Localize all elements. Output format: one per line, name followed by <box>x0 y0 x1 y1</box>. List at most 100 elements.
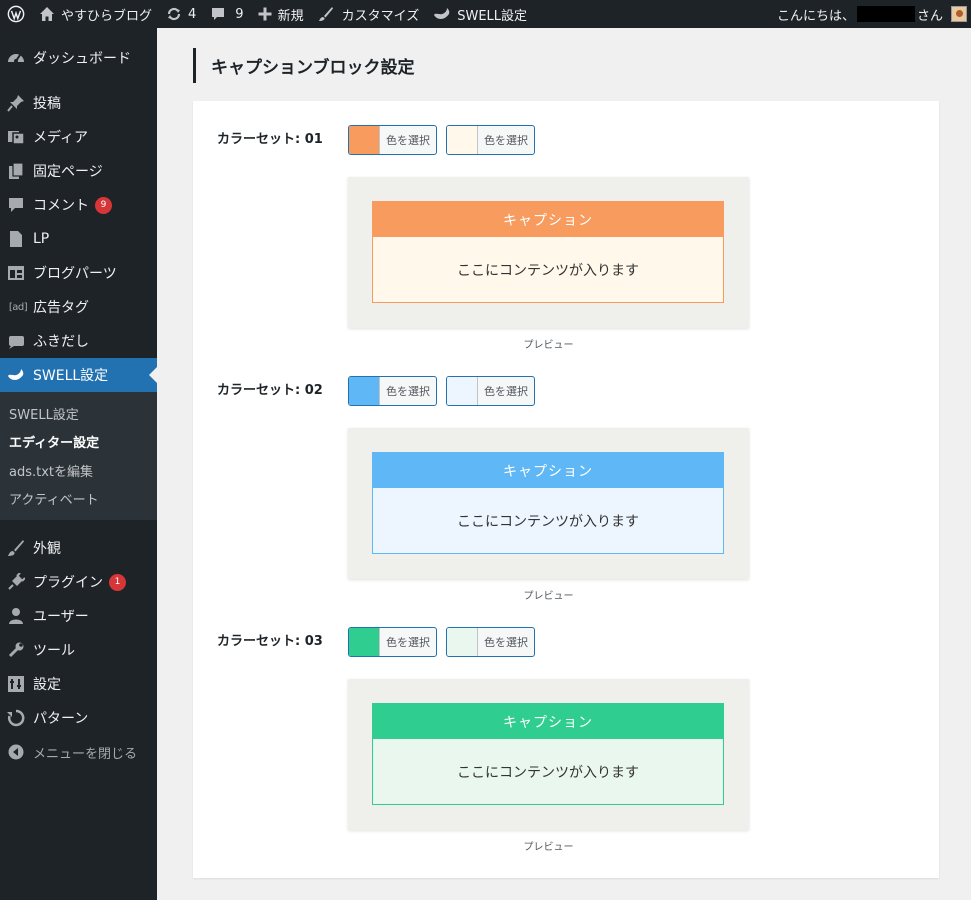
customize-label: カスタマイズ <box>341 8 420 24</box>
menu-ad-tags-label: 広告タグ <box>33 300 89 316</box>
wrench-icon <box>7 641 25 659</box>
refresh-icon <box>167 7 181 21</box>
menu-dashboard[interactable]: ダッシュボード <box>0 41 157 75</box>
menu-users[interactable]: ユーザー <box>0 599 157 633</box>
menu-patterns-label: パターン <box>33 711 89 727</box>
menu-ad-tags[interactable]: [ad] 広告タグ <box>0 290 157 324</box>
swell-settings-link[interactable]: SWELL設定 <box>426 0 534 28</box>
menu-media[interactable]: メディア <box>0 120 157 154</box>
menu-plugins[interactable]: プラグイン 1 <box>0 565 157 599</box>
comments-link[interactable]: 9 <box>203 0 250 28</box>
menu-settings[interactable]: 設定 <box>0 667 157 701</box>
plugins-badge: 1 <box>109 573 126 591</box>
blog-parts-icon <box>7 264 25 282</box>
color-set-2-picker-1[interactable]: 色を選択 <box>348 376 437 406</box>
media-icon <box>7 128 25 146</box>
updates-link[interactable]: 4 <box>159 0 203 28</box>
menu-posts[interactable]: 投稿 <box>0 86 157 120</box>
plus-icon <box>258 7 272 21</box>
color-select-label: 色を選択 <box>484 134 528 147</box>
color-select-label: 色を選択 <box>386 636 430 649</box>
redacted-username <box>856 6 915 22</box>
menu-settings-label: 設定 <box>33 677 61 693</box>
color-swatch <box>349 126 380 154</box>
menu-balloon[interactable]: ふきだし <box>0 324 157 358</box>
submenu-editor-settings[interactable]: エディター設定 <box>0 428 157 457</box>
color-set-3-picker-2[interactable]: 色を選択 <box>446 627 535 657</box>
collapse-menu-label: メニューを閉じる <box>33 746 138 762</box>
menu-users-label: ユーザー <box>33 609 89 625</box>
color-set-1-label: カラーセット: 01 <box>217 132 323 147</box>
color-set-1-picker-1[interactable]: 色を選択 <box>348 125 437 155</box>
caption-title: キャプション <box>373 704 723 739</box>
swell-submenu: SWELL設定 エディター設定 ads.txtを編集 アクティベート <box>0 392 157 520</box>
color-set-2-preview: キャプション ここにコンテンツが入ります <box>348 428 749 579</box>
color-swatch <box>349 377 380 405</box>
new-content-link[interactable]: 新規 <box>251 0 311 28</box>
new-label: 新規 <box>277 8 304 24</box>
menu-pages[interactable]: 固定ページ <box>0 154 157 188</box>
menu-patterns[interactable]: パターン <box>0 701 157 735</box>
comments-badge: 9 <box>95 196 112 214</box>
wordpress-logo-icon <box>7 5 25 23</box>
menu-blog-parts-label: ブログパーツ <box>33 266 117 282</box>
menu-appearance[interactable]: 外観 <box>0 531 157 565</box>
brush-icon <box>7 539 25 557</box>
submenu-ads-txt[interactable]: ads.txtを編集 <box>0 456 157 485</box>
swell-logo-icon <box>434 8 450 19</box>
updates-count: 4 <box>188 6 197 22</box>
color-set-3-label: カラーセット: 03 <box>217 634 323 649</box>
menu-comments[interactable]: コメント 9 <box>0 188 157 222</box>
menu-media-label: メディア <box>33 130 89 146</box>
preview-label: プレビュー <box>523 591 574 602</box>
color-set-1-picker-2[interactable]: 色を選択 <box>446 125 535 155</box>
caption-content: ここにコンテンツが入ります <box>457 262 639 279</box>
caption-block: キャプション ここにコンテンツが入ります <box>372 201 724 303</box>
collapse-menu-button[interactable]: メニューを閉じる <box>0 735 157 769</box>
menu-swell-settings[interactable]: SWELL設定 <box>0 358 157 392</box>
submenu-activate[interactable]: アクティベート <box>0 485 157 514</box>
caption-title: キャプション <box>373 202 723 237</box>
color-set-3-picker-1[interactable]: 色を選択 <box>348 627 437 657</box>
color-select-label: 色を選択 <box>484 636 528 649</box>
menu-lp[interactable]: LP <box>0 222 157 256</box>
wp-logo-menu[interactable] <box>0 0 32 28</box>
collapse-arrow-icon <box>7 743 25 761</box>
admin-bar: やすひらブログ 4 9 新規 カスタマイズ SWELL設定 こんにちは、 さん <box>0 0 971 28</box>
menu-comments-label: コメント <box>33 198 89 214</box>
swell-icon <box>7 366 25 384</box>
caption-block: キャプション ここにコンテンツが入ります <box>372 703 724 805</box>
color-swatch <box>447 628 478 656</box>
submenu-swell-settings[interactable]: SWELL設定 <box>0 399 157 428</box>
paintbrush-icon <box>318 7 333 21</box>
settings-panel: カラーセット: 01 色を選択 色を選択 キャプション ここにコンテンツが入りま… <box>193 101 939 878</box>
caption-title: キャプション <box>373 453 723 488</box>
color-set-2-picker-2[interactable]: 色を選択 <box>446 376 535 406</box>
menu-plugins-label: プラグイン <box>33 575 103 591</box>
customize-link[interactable]: カスタマイズ <box>311 0 427 28</box>
page-icon <box>7 162 25 180</box>
color-swatch <box>447 126 478 154</box>
site-name-link[interactable]: やすひらブログ <box>32 0 159 28</box>
pattern-icon <box>7 709 25 727</box>
caption-content: ここにコンテンツが入ります <box>457 764 639 781</box>
avatar[interactable] <box>951 6 967 22</box>
menu-tools[interactable]: ツール <box>0 633 157 667</box>
caption-block: キャプション ここにコンテンツが入ります <box>372 452 724 554</box>
lp-icon <box>7 230 25 248</box>
menu-lp-label: LP <box>33 231 50 247</box>
menu-blog-parts[interactable]: ブログパーツ <box>0 256 157 290</box>
my-account-menu[interactable]: こんにちは、 さん <box>777 5 971 24</box>
menu-swell-settings-label: SWELL設定 <box>33 368 109 384</box>
color-set-1-preview: キャプション ここにコンテンツが入ります <box>348 177 749 328</box>
ad-icon: [ad] <box>8 301 28 313</box>
color-set-2-label: カラーセット: 02 <box>217 383 323 398</box>
admin-sidebar: ダッシュボード 投稿 メディア 固定ページ コメント 9 LP ブログパーツ [… <box>0 28 157 900</box>
plugin-icon <box>7 573 25 591</box>
menu-tools-label: ツール <box>33 643 75 659</box>
menu-balloon-label: ふきだし <box>33 334 89 350</box>
menu-dashboard-label: ダッシュボード <box>33 51 131 67</box>
greeting-suffix: さん <box>916 8 943 24</box>
menu-posts-label: 投稿 <box>33 96 61 112</box>
swell-label: SWELL設定 <box>457 8 528 24</box>
